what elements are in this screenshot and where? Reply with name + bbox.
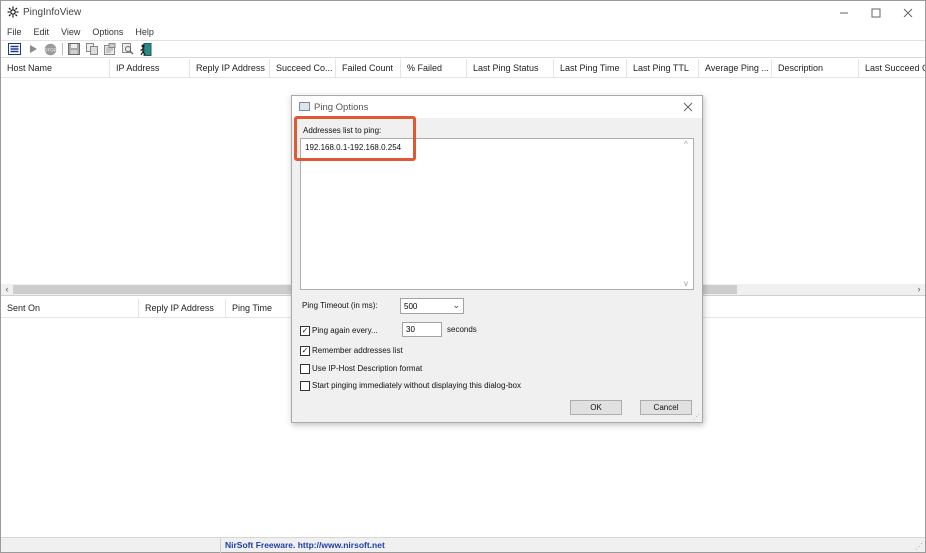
- column-last-succeed-on[interactable]: Last Succeed O: [859, 59, 925, 78]
- find-button[interactable]: [120, 42, 135, 56]
- timeout-select[interactable]: 500 ⌄: [400, 298, 464, 314]
- column-host-name[interactable]: Host Name: [1, 59, 110, 78]
- stop-ping-button[interactable]: STOP: [43, 42, 58, 56]
- addresses-vertical-scrollbar[interactable]: ^ v: [682, 139, 693, 289]
- menu-options[interactable]: Options: [90, 25, 125, 39]
- menu-file[interactable]: File: [5, 25, 24, 39]
- status-bar: NirSoft Freeware. http://www.nirsoft.net…: [1, 537, 925, 553]
- toolbar-separator: [62, 43, 63, 55]
- exit-button[interactable]: [138, 42, 153, 56]
- column-last-ping-time[interactable]: Last Ping Time: [554, 59, 627, 78]
- exit-icon: [140, 42, 152, 56]
- options-icon: [8, 43, 21, 55]
- close-button[interactable]: [891, 1, 925, 25]
- desc-format-row[interactable]: Use IP-Host Description format: [300, 362, 422, 375]
- dialog-title: Ping Options: [314, 102, 369, 113]
- column-reply-ip-address-lower[interactable]: Reply IP Address: [139, 299, 226, 318]
- close-icon: [903, 8, 913, 18]
- column-last-ping-ttl[interactable]: Last Ping TTL: [627, 59, 699, 78]
- remember-checkbox[interactable]: ✓: [300, 345, 310, 356]
- ok-button[interactable]: OK: [570, 400, 622, 415]
- save-button[interactable]: [66, 42, 81, 56]
- highlight-annotation: [294, 116, 416, 161]
- start-immediately-checkbox[interactable]: [300, 380, 310, 391]
- ping-again-row[interactable]: ✓ Ping again every...: [300, 324, 378, 337]
- column-sent-on[interactable]: Sent On: [1, 299, 139, 318]
- minimize-button[interactable]: [827, 1, 861, 25]
- save-icon: [67, 43, 80, 55]
- properties-button[interactable]: [102, 42, 117, 56]
- menu-view[interactable]: View: [59, 25, 82, 39]
- column-ip-address[interactable]: IP Address: [110, 59, 190, 78]
- chevron-down-icon: ⌄: [452, 300, 460, 310]
- app-icon: [7, 6, 19, 18]
- menu-bar: File Edit View Options Help: [1, 25, 925, 39]
- menu-edit[interactable]: Edit: [32, 25, 52, 39]
- options-button[interactable]: [7, 42, 22, 56]
- dialog-resize-grip-icon[interactable]: ⋰: [693, 413, 700, 421]
- column-succeed-count[interactable]: Succeed Co...: [270, 59, 336, 78]
- maximize-icon: [871, 8, 881, 18]
- dialog-body: Addresses list to ping: 192.168.0.1-192.…: [292, 118, 702, 422]
- column-average-ping[interactable]: Average Ping ...: [699, 59, 772, 78]
- column-percent-failed[interactable]: % Failed: [401, 59, 467, 78]
- maximize-button[interactable]: [859, 1, 893, 25]
- scroll-up-arrow-icon[interactable]: ^: [684, 140, 688, 149]
- status-cell: [1, 538, 221, 553]
- desc-format-label: Use IP-Host Description format: [312, 364, 423, 373]
- timeout-value: 500: [404, 302, 418, 311]
- remember-label: Remember addresses list: [312, 346, 403, 355]
- desc-format-checkbox[interactable]: [300, 363, 310, 374]
- svg-text:STOP: STOP: [44, 47, 56, 52]
- start-ping-button[interactable]: [25, 42, 40, 56]
- copy-button[interactable]: [84, 42, 99, 56]
- window-title: PingInfoView: [23, 7, 82, 18]
- ping-interval-input[interactable]: 30: [402, 322, 442, 337]
- seconds-label: seconds: [447, 325, 477, 334]
- close-icon: [683, 102, 693, 112]
- cancel-button[interactable]: Cancel: [640, 400, 692, 415]
- stop-icon: STOP: [44, 43, 57, 55]
- column-description[interactable]: Description: [772, 59, 859, 78]
- column-last-ping-status[interactable]: Last Ping Status: [467, 59, 554, 78]
- find-icon: [121, 43, 133, 55]
- ping-interval-value: 30: [406, 325, 415, 334]
- dialog-window-icon: [299, 102, 310, 111]
- start-icon: [29, 45, 37, 53]
- nirsoft-link[interactable]: NirSoft Freeware. http://www.nirsoft.net: [225, 540, 385, 550]
- properties-icon: [103, 43, 115, 55]
- timeout-label: Ping Timeout (in ms):: [302, 301, 378, 310]
- app-window: PingInfoView File Edit View Options Help…: [0, 0, 926, 553]
- column-reply-ip-address[interactable]: Reply IP Address: [190, 59, 270, 78]
- scroll-left-arrow-icon[interactable]: ‹: [2, 284, 12, 295]
- ping-again-label: Ping again every...: [312, 326, 378, 335]
- minimize-icon: [840, 12, 848, 14]
- start-immediately-label: Start pinging immediately without displa…: [312, 381, 521, 390]
- toolbar: STOP: [1, 40, 925, 58]
- column-ping-time[interactable]: Ping Time: [226, 299, 292, 318]
- title-bar[interactable]: PingInfoView: [1, 1, 925, 25]
- scroll-down-arrow-icon[interactable]: v: [684, 279, 688, 288]
- resize-grip-icon[interactable]: ⋰: [915, 542, 923, 551]
- menu-help[interactable]: Help: [133, 25, 156, 39]
- dialog-title-bar[interactable]: Ping Options: [292, 96, 702, 118]
- upper-column-header: Host Name IP Address Reply IP Address Su…: [1, 59, 925, 78]
- dialog-close-button[interactable]: [680, 99, 696, 115]
- scroll-right-arrow-icon[interactable]: ›: [914, 284, 924, 295]
- column-failed-count[interactable]: Failed Count: [336, 59, 401, 78]
- start-immediately-row[interactable]: Start pinging immediately without displa…: [300, 379, 521, 392]
- ping-again-checkbox[interactable]: ✓: [300, 325, 310, 336]
- copy-icon: [85, 43, 98, 55]
- remember-row[interactable]: ✓ Remember addresses list: [300, 344, 403, 357]
